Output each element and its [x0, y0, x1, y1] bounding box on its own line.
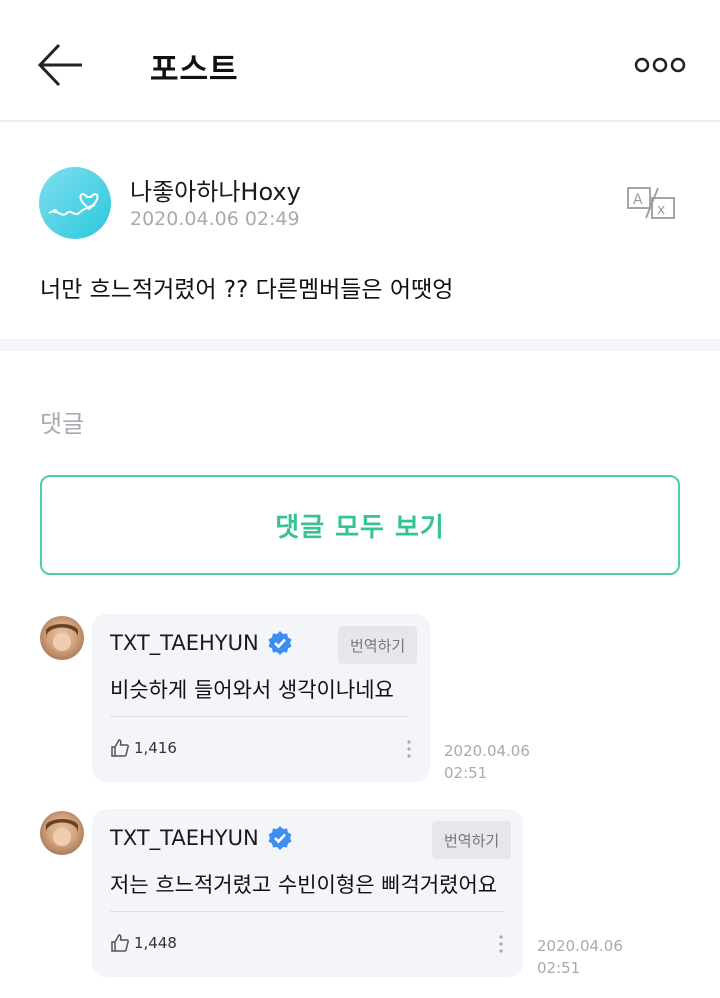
arrow-left-icon — [37, 43, 82, 87]
post-body: 너만 흐느적거렸어 ?? 다른멤버들은 어땟엉 — [40, 277, 454, 303]
comment-text: 비슷하게 들어와서 생각이나네요 — [110, 678, 394, 702]
translate-icon[interactable]: A x — [626, 186, 678, 220]
author-name[interactable]: 나좋아하나Hoxy — [130, 172, 301, 207]
back-button[interactable] — [34, 40, 86, 90]
comment-timestamp: 2020.04.06 02:51 — [444, 740, 544, 784]
heart-scribble-icon — [48, 193, 99, 216]
translate-button[interactable]: 번역하기 — [432, 821, 512, 859]
comment-time: 02:51 — [444, 764, 488, 782]
thumbs-up-icon — [111, 739, 129, 757]
comment-more-icon[interactable] — [404, 738, 414, 760]
comment-bubble: TXT_TAEHYUN 번역하기 비슷하게 들어와서 생각이나네요 1,416 — [92, 614, 430, 782]
post-date: 2020.04.06 02:49 — [130, 208, 300, 230]
comment-author-name: TXT_TAEHYUN — [110, 631, 259, 655]
verified-badge-icon — [268, 826, 292, 850]
svg-text:x: x — [657, 202, 665, 218]
svg-text:A: A — [633, 192, 643, 208]
comment-author[interactable]: TXT_TAEHYUN — [110, 825, 293, 851]
comment-time: 02:51 — [537, 959, 581, 977]
more-horizontal-icon — [634, 57, 686, 73]
avatar-photo-icon — [46, 624, 78, 651]
section-divider — [0, 339, 720, 351]
like-count: 1,448 — [134, 934, 177, 952]
verified-badge-icon — [268, 631, 292, 655]
commenter-avatar[interactable] — [40, 811, 84, 855]
translate-button[interactable]: 번역하기 — [338, 626, 418, 664]
comments-heading: 댓글 — [40, 410, 85, 438]
top-bar: 포스트 — [0, 0, 720, 122]
avatar-photo-icon — [46, 819, 78, 846]
comment-bubble: TXT_TAEHYUN 번역하기 저는 흐느적거렸고 수빈이형은 삐걱거렸어요 … — [92, 809, 523, 977]
comment-timestamp: 2020.04.06 02:51 — [537, 935, 637, 979]
comment-author[interactable]: TXT_TAEHYUN — [110, 630, 293, 656]
comment-more-icon[interactable] — [496, 933, 506, 955]
page-title: 포스트 — [150, 52, 239, 88]
author-avatar[interactable] — [39, 167, 111, 239]
post-card: 나좋아하나Hoxy 2020.04.06 02:49 A x 너만 흐느적거렸어… — [0, 124, 720, 339]
comment-author-name: TXT_TAEHYUN — [110, 826, 259, 850]
like-button[interactable]: 1,416 — [110, 738, 177, 758]
view-all-comments-button[interactable]: 댓글 모두 보기 — [40, 475, 680, 575]
comment-date: 2020.04.06 — [444, 742, 530, 760]
comment-separator — [110, 716, 409, 717]
like-button[interactable]: 1,448 — [110, 933, 177, 953]
more-options-button[interactable] — [632, 54, 688, 76]
comment-separator — [110, 911, 503, 912]
comment-date: 2020.04.06 — [537, 937, 623, 955]
commenter-avatar[interactable] — [40, 616, 84, 660]
comment-text: 저는 흐느적거렸고 수빈이형은 삐걱거렸어요 — [110, 873, 498, 897]
thumbs-up-icon — [111, 934, 129, 952]
like-count: 1,416 — [134, 739, 177, 757]
